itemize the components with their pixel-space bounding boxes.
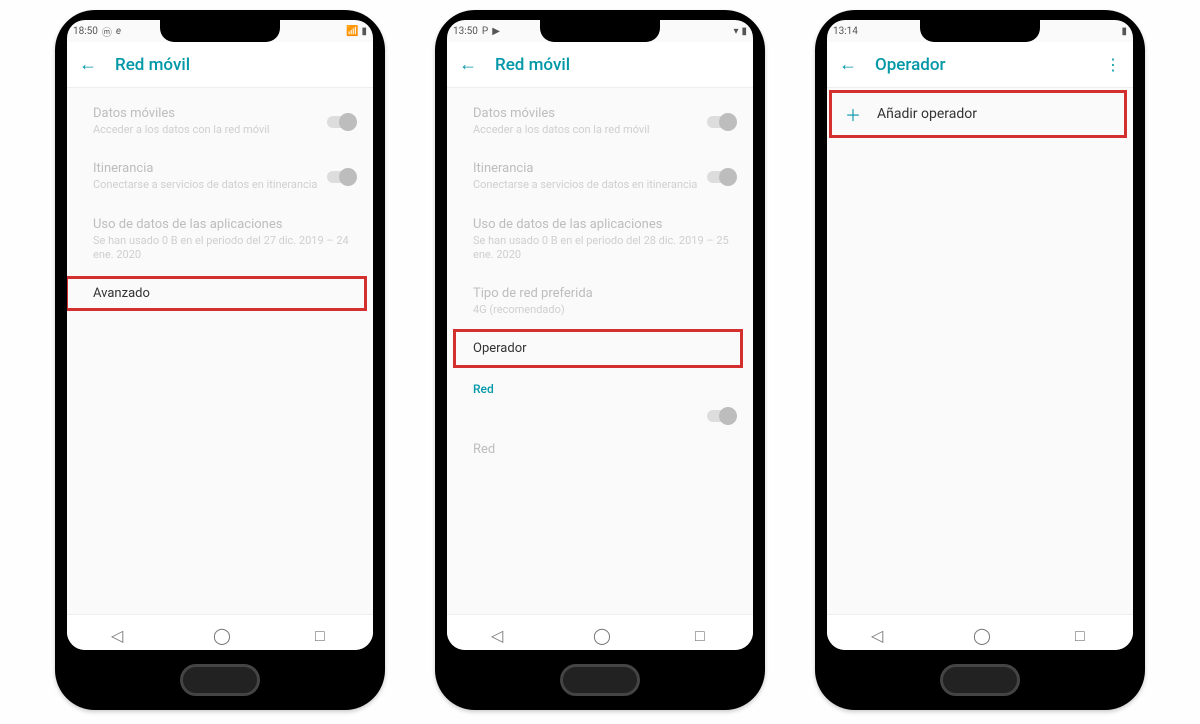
app-bar: ← Red móvil — [67, 42, 373, 88]
physical-home-button[interactable] — [180, 664, 260, 696]
toggle-extra[interactable] — [707, 410, 735, 422]
app-title: Operador — [875, 55, 945, 75]
settings-content: Datos móviles Acceder a los datos con la… — [67, 88, 373, 313]
screen-1: 18:50 ⓜ e 📶 ▮ ← Red móvil Datos móviles … — [67, 20, 373, 650]
battery-icon: ▮ — [741, 26, 747, 37]
battery-icon: ▮ — [1121, 26, 1127, 37]
toggle-itinerancia[interactable] — [707, 171, 735, 183]
item-operador[interactable]: Operador — [447, 329, 753, 368]
item-datos-moviles[interactable]: Datos móviles Acceder a los datos con la… — [447, 94, 753, 149]
add-operator-row[interactable]: ＋ Añadir operador — [827, 88, 1133, 140]
nav-back-icon[interactable]: ◁ — [871, 626, 885, 640]
moto-icon: ⓜ — [102, 24, 112, 39]
add-operator-label: Añadir operador — [877, 106, 977, 122]
screen-2: 13:50 P ▶ ▾ ▮ ← Red móvil Datos móviles … — [447, 20, 753, 650]
battery-icon: ▮ — [361, 26, 367, 37]
nav-recent-icon[interactable]: □ — [315, 626, 329, 640]
screen-3: 13:14 ▮ ← Operador ⋮ ＋ Añadir operador ◁… — [827, 20, 1133, 650]
nav-recent-icon[interactable]: □ — [1075, 626, 1089, 640]
nav-back-icon[interactable]: ◁ — [491, 626, 505, 640]
android-navbar: ◁ ◯ □ — [827, 614, 1133, 650]
back-icon[interactable]: ← — [459, 54, 477, 75]
app-title: Red móvil — [495, 55, 570, 75]
item-uso-datos[interactable]: Uso de datos de las aplicaciones Se han … — [447, 205, 753, 275]
status-time: 13:50 — [453, 26, 478, 37]
item-red[interactable]: Red — [447, 430, 753, 469]
phone-frame-3: 13:14 ▮ ← Operador ⋮ ＋ Añadir operador ◁… — [815, 10, 1145, 710]
back-icon[interactable]: ← — [839, 54, 857, 75]
item-uso-datos[interactable]: Uso de datos de las aplicaciones Se han … — [67, 205, 373, 275]
item-avanzado[interactable]: Avanzado — [67, 274, 373, 313]
item-tipo-red[interactable]: Tipo de red preferida 4G (recomendado) — [447, 274, 753, 329]
android-navbar: ◁ ◯ □ — [67, 614, 373, 650]
settings-content: ＋ Añadir operador — [827, 88, 1133, 140]
play-icon: ▶ — [492, 26, 500, 37]
phone-frame-1: 18:50 ⓜ e 📶 ▮ ← Red móvil Datos móviles … — [55, 10, 385, 710]
toggle-datos[interactable] — [707, 116, 735, 128]
app-bar: ← Operador ⋮ — [827, 42, 1133, 88]
nav-back-icon[interactable]: ◁ — [111, 626, 125, 640]
status-time: 13:14 — [833, 26, 858, 37]
section-label-red: Red — [447, 368, 753, 402]
settings-content: Datos móviles Acceder a los datos con la… — [447, 88, 753, 469]
notch — [540, 20, 660, 42]
highlight-box — [829, 90, 1127, 138]
overflow-icon[interactable]: ⋮ — [1105, 55, 1121, 74]
back-icon[interactable]: ← — [79, 54, 97, 75]
phone-frame-2: 13:50 P ▶ ▾ ▮ ← Red móvil Datos móviles … — [435, 10, 765, 710]
signal-icon: 📶 — [346, 26, 358, 37]
android-navbar: ◁ ◯ □ — [447, 614, 753, 650]
status-time: 18:50 — [73, 26, 98, 37]
nav-home-icon[interactable]: ◯ — [593, 626, 607, 640]
notch — [920, 20, 1040, 42]
nav-home-icon[interactable]: ◯ — [213, 626, 227, 640]
physical-home-button[interactable] — [560, 664, 640, 696]
nav-home-icon[interactable]: ◯ — [973, 626, 987, 640]
e-icon: e — [116, 26, 121, 37]
item-extra-toggle[interactable] — [447, 402, 753, 430]
plus-icon: ＋ — [845, 102, 861, 126]
toggle-datos[interactable] — [327, 116, 355, 128]
wifi-icon: ▾ — [733, 26, 738, 37]
app-bar: ← Red móvil — [447, 42, 753, 88]
p-icon: P — [482, 26, 488, 37]
app-title: Red móvil — [115, 55, 190, 75]
nav-recent-icon[interactable]: □ — [695, 626, 709, 640]
item-itinerancia[interactable]: Itinerancia Conectarse a servicios de da… — [447, 149, 753, 204]
physical-home-button[interactable] — [940, 664, 1020, 696]
toggle-itinerancia[interactable] — [327, 171, 355, 183]
item-datos-moviles[interactable]: Datos móviles Acceder a los datos con la… — [67, 94, 373, 149]
notch — [160, 20, 280, 42]
item-itinerancia[interactable]: Itinerancia Conectarse a servicios de da… — [67, 149, 373, 204]
